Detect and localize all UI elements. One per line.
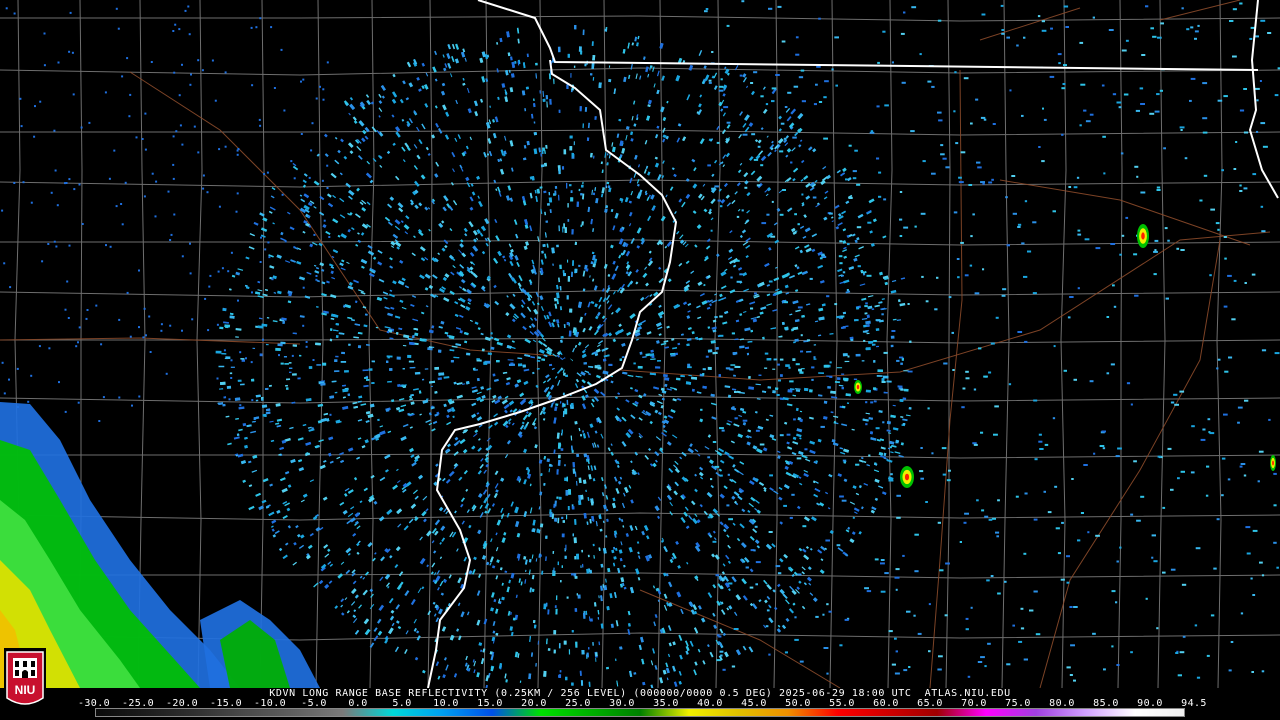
scale-label: 94.5: [1181, 698, 1207, 709]
scale-label: 20.0: [521, 698, 547, 709]
scale-label: 25.0: [565, 698, 591, 709]
scale-label: 10.0: [433, 698, 459, 709]
scale-label: 15.0: [477, 698, 503, 709]
scale-label: 60.0: [873, 698, 899, 709]
scale-label: 85.0: [1093, 698, 1119, 709]
scale-label: 45.0: [741, 698, 767, 709]
niu-logo-icon: NIU: [4, 648, 46, 714]
scale-label: 90.0: [1137, 698, 1163, 709]
scale-label: -25.0: [121, 698, 155, 709]
scale-label: 5.0: [392, 698, 412, 709]
scale-label: 50.0: [785, 698, 811, 709]
scale-label: 35.0: [653, 698, 679, 709]
scale-label: -5.0: [301, 698, 327, 709]
scale-label: 80.0: [1049, 698, 1075, 709]
scale-label: 55.0: [829, 698, 855, 709]
scale-label: 65.0: [917, 698, 943, 709]
scale-label: 30.0: [609, 698, 635, 709]
scale-label: 0.0: [348, 698, 368, 709]
storm-cell: [904, 473, 910, 481]
scale-label: 75.0: [1005, 698, 1031, 709]
storm-cell: [1141, 232, 1145, 240]
scale-label: -20.0: [165, 698, 199, 709]
scale-label: 40.0: [697, 698, 723, 709]
scale-label: 70.0: [961, 698, 987, 709]
radar-map: [0, 0, 1280, 688]
color-scale-bar: [95, 708, 1185, 717]
map-background: [0, 0, 1280, 688]
scale-label: -15.0: [209, 698, 243, 709]
logo-text: NIU: [15, 683, 36, 697]
scale-label: -30.0: [77, 698, 111, 709]
storm-cell: [856, 384, 860, 390]
storm-cell: [1272, 460, 1274, 466]
scale-label: -10.0: [253, 698, 287, 709]
color-scale-labels: -30.0 -25.0 -20.0 -15.0 -10.0 -5.0 0.0 5.0 10.0 1…: [78, 698, 1207, 709]
radar-site-marker: [561, 358, 573, 370]
